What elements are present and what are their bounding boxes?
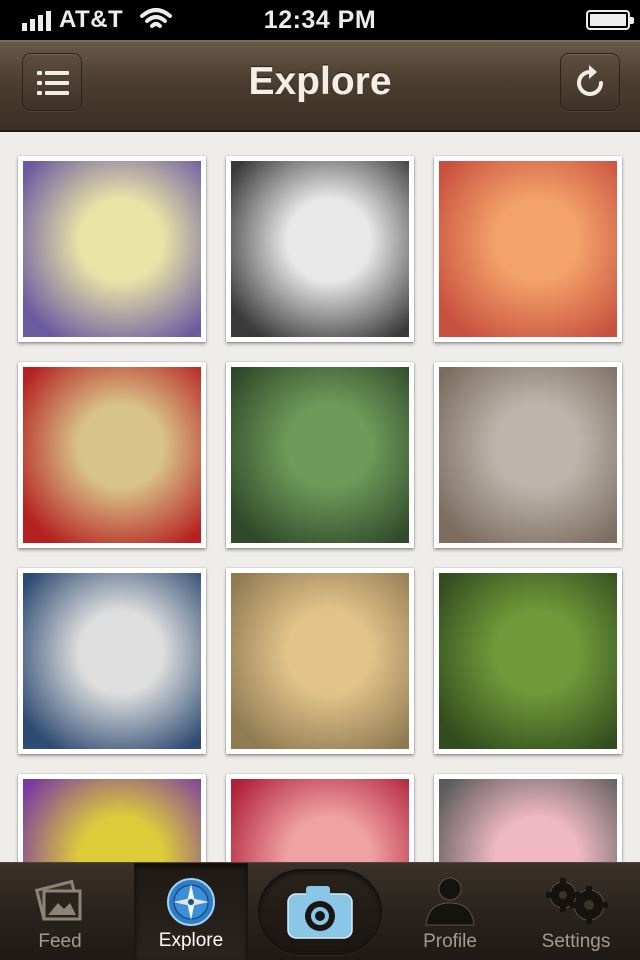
photo-tile[interactable]: [434, 362, 622, 548]
photo-tile[interactable]: [226, 362, 414, 548]
compass-icon: [167, 878, 215, 926]
dog-photo: [23, 573, 201, 749]
tab-label: Profile: [423, 931, 477, 952]
food-photo: [23, 367, 201, 543]
photo-tile[interactable]: [18, 362, 206, 548]
navigation-bar: Explore: [0, 40, 640, 132]
page-title: Explore: [248, 60, 392, 103]
photo-tile[interactable]: [226, 156, 414, 342]
person-icon: [425, 877, 475, 926]
tab-label: Explore: [158, 930, 224, 951]
portrait-photo: [439, 161, 617, 337]
tab-label: Settings: [541, 931, 611, 952]
tab-profile[interactable]: Profile: [390, 863, 510, 960]
refresh-icon: [577, 65, 603, 96]
photo-tile[interactable]: [18, 568, 206, 754]
photo-tile[interactable]: [434, 156, 622, 342]
toy-photo: [439, 779, 617, 862]
tab-explore[interactable]: Explore: [134, 863, 248, 960]
camera-icon: [287, 886, 353, 939]
group-photo: [231, 367, 409, 543]
explore-content: [0, 132, 640, 862]
photo-tile[interactable]: [18, 156, 206, 342]
status-bar: AT&T 12:34 PM: [0, 0, 640, 40]
camera-button[interactable]: [258, 869, 382, 955]
photo-tile[interactable]: [226, 568, 414, 754]
photo-tile[interactable]: [434, 568, 622, 754]
tab-feed[interactable]: Feed: [0, 863, 120, 960]
smile-photo: [231, 779, 409, 862]
tab-bar: Feed Explore Profile Settings: [0, 862, 640, 960]
tab-label: Feed: [38, 931, 82, 952]
tab-settings[interactable]: Settings: [516, 863, 636, 960]
refresh-button[interactable]: [560, 53, 620, 111]
plants-photo: [439, 573, 617, 749]
portrait-photo: [231, 161, 409, 337]
gears-icon: [546, 878, 608, 924]
photo-tile[interactable]: [226, 774, 414, 862]
dog-photo: [23, 779, 201, 862]
dog-photo: [23, 161, 201, 337]
photo-tile[interactable]: [18, 774, 206, 862]
photos-stack-icon: [34, 879, 82, 921]
outdoor-photo: [439, 367, 617, 543]
photo-tile[interactable]: [434, 774, 622, 862]
food-photo: [231, 573, 409, 749]
status-time: 12:34 PM: [263, 6, 377, 34]
battery-icon: [586, 10, 634, 30]
